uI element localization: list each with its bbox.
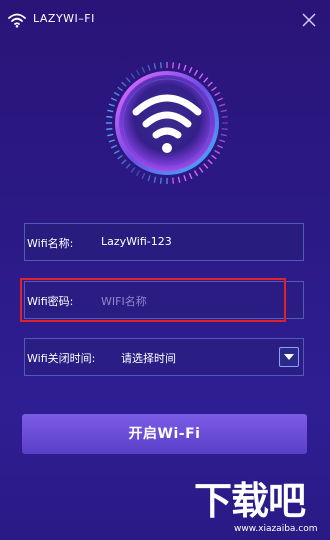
tick-mark — [177, 63, 181, 70]
tick-mark — [108, 139, 115, 143]
tick-mark — [188, 172, 193, 180]
tick-mark — [113, 149, 120, 155]
close-icon[interactable] — [300, 11, 318, 29]
wifi-name-field[interactable]: Wifi名称: LazyWifi-123 — [24, 223, 304, 261]
tick-mark — [106, 115, 113, 118]
tick-mark — [121, 81, 127, 87]
tick-mark — [121, 159, 127, 165]
tick-mark — [125, 77, 131, 83]
tick-mark — [125, 163, 131, 169]
tick-mark — [220, 109, 227, 113]
tick-mark — [172, 177, 175, 184]
dropdown-button[interactable] — [279, 347, 299, 367]
tick-mark — [193, 69, 199, 76]
watermark-text: 下载吧 — [194, 478, 306, 523]
wifi-name-input[interactable]: LazyWifi-123 — [101, 235, 172, 248]
tick-mark — [141, 172, 146, 180]
tick-mark — [183, 64, 187, 71]
tick-mark — [135, 69, 141, 76]
tick-mark — [214, 149, 221, 155]
close-time-field[interactable]: Wifi关闭时间: 请选择时间 — [24, 338, 304, 376]
tick-mark — [193, 170, 199, 177]
tick-mark — [153, 63, 157, 70]
tick-mark — [135, 170, 141, 177]
tick-mark — [130, 73, 136, 79]
close-time-select[interactable]: 请选择时间 — [121, 350, 176, 366]
tick-mark — [110, 97, 118, 102]
start-wifi-button[interactable]: 开启Wi-Fi — [22, 414, 307, 454]
tick-mark — [147, 175, 151, 182]
tick-mark — [130, 167, 136, 173]
tick-mark — [203, 77, 209, 83]
app-title: LAZYWI–FI — [33, 12, 95, 25]
tick-mark — [203, 163, 209, 169]
tick-mark — [147, 64, 151, 71]
chevron-down-icon — [284, 354, 294, 360]
watermark-url: www.xiazaiba.com — [234, 524, 318, 534]
tick-mark — [216, 144, 224, 149]
tick-mark — [117, 86, 123, 92]
tick-mark — [153, 176, 157, 183]
highlight-box — [20, 278, 286, 322]
wifi-name-label: Wifi名称: — [27, 237, 74, 250]
tick-mark — [207, 81, 213, 87]
title-bar: LAZYWI–FI — [0, 0, 330, 40]
tick-mark — [211, 154, 217, 160]
tick-mark — [183, 175, 187, 182]
tick-mark — [198, 73, 204, 79]
tick-mark — [198, 167, 204, 173]
wifi-hero-icon — [106, 62, 228, 184]
tick-mark — [216, 97, 224, 102]
site-watermark: 下载吧 www.xiazaiba.com — [190, 478, 330, 540]
close-time-label: Wifi关闭时间: — [27, 352, 96, 365]
tick-mark — [207, 159, 213, 165]
tick-mark — [108, 103, 115, 107]
tick-mark — [107, 109, 114, 113]
tick-mark — [220, 133, 227, 137]
tick-mark — [221, 115, 228, 118]
tick-mark — [106, 128, 113, 131]
tick-mark — [177, 176, 181, 183]
tick-mark — [110, 144, 118, 149]
tick-mark — [219, 103, 226, 107]
tick-mark — [214, 91, 221, 97]
tick-mark — [188, 66, 193, 74]
tick-mark — [219, 139, 226, 143]
tick-mark — [117, 154, 123, 160]
tick-mark — [172, 62, 175, 69]
tick-mark — [113, 91, 120, 97]
wifi-icon — [8, 13, 26, 28]
tick-mark — [221, 128, 228, 131]
tick-mark — [159, 62, 162, 69]
tick-mark — [211, 86, 217, 92]
tick-mark — [107, 133, 114, 137]
tick-mark — [159, 177, 162, 184]
tick-mark — [141, 66, 146, 74]
